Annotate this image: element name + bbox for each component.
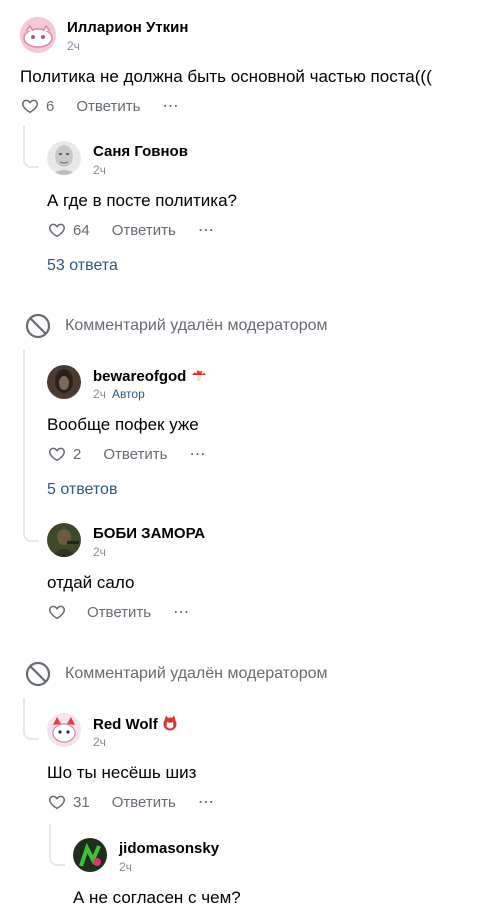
avatar[interactable] (73, 838, 107, 872)
comment-time: 2ч (119, 860, 132, 874)
more-icon[interactable]: ⋯ (173, 602, 190, 622)
block-icon (25, 661, 51, 687)
comment-actions: 64 Ответить ⋯ (48, 220, 215, 240)
reply-button[interactable]: Ответить (103, 446, 167, 463)
deleted-text: Комментарий удалён модератором (65, 665, 328, 682)
like-button[interactable]: 2 (48, 445, 103, 463)
thread-line (23, 698, 39, 740)
show-replies-link[interactable]: 5 ответов (47, 481, 117, 499)
author-name[interactable]: Саня Говнов (93, 143, 188, 160)
like-count: 64 (73, 221, 90, 239)
deleted-text: Комментарий удалён модератором (65, 317, 328, 334)
more-icon[interactable]: ⋯ (162, 96, 179, 116)
comment-time: 2ч (93, 545, 106, 559)
heart-icon (49, 223, 65, 238)
heart-icon (49, 447, 65, 462)
comment-text: А где в посте политика? (47, 191, 237, 210)
comment-text: Политика не должна быть основной частью … (20, 67, 432, 86)
show-replies-link[interactable]: 53 ответа (47, 257, 118, 275)
deleted-comment: Комментарий удалён модератором (25, 313, 328, 339)
comment-actions: Ответить ⋯ (48, 602, 190, 622)
thread-line (23, 350, 39, 542)
like-count: 6 (46, 97, 55, 115)
like-button[interactable] (48, 603, 87, 621)
comment-time: 2ч Автор (93, 387, 145, 401)
comment-actions: 2 Ответить ⋯ (48, 444, 206, 464)
avatar[interactable] (20, 17, 56, 53)
reply-button[interactable]: Ответить (87, 604, 151, 621)
comment-actions: 6 Ответить ⋯ (21, 96, 179, 116)
deleted-comment: Комментарий удалён модератором (25, 661, 328, 687)
like-count: 2 (73, 445, 82, 463)
comment-text: Вообще пофек уже (47, 415, 199, 434)
heart-icon (49, 605, 65, 620)
comment-actions: 31 Ответить ⋯ (48, 792, 215, 812)
author-name[interactable]: БОБИ ЗАМОРА (93, 525, 205, 542)
thread-line (49, 824, 65, 866)
comment-text: А не согласен с чем? (73, 888, 241, 907)
author-name[interactable]: jidomasonsky (119, 840, 219, 857)
wolf-emoji (163, 715, 177, 731)
like-button[interactable]: 64 (48, 221, 112, 239)
reply-button[interactable]: Ответить (112, 222, 176, 239)
like-button[interactable]: 6 (21, 97, 76, 115)
more-icon[interactable]: ⋯ (198, 792, 215, 812)
heart-icon (49, 795, 65, 810)
avatar[interactable] (47, 141, 81, 175)
comment-text: отдай сало (47, 573, 135, 592)
comment-time: 2ч (93, 163, 106, 177)
comment-time: 2ч (67, 39, 80, 53)
author-name[interactable]: Red Wolf (93, 715, 178, 733)
reply-button[interactable]: Ответить (112, 794, 176, 811)
author-badge: Автор (111, 387, 145, 401)
author-name[interactable]: Илларион Уткин (67, 19, 188, 36)
avatar[interactable] (47, 365, 81, 399)
more-icon[interactable]: ⋯ (198, 220, 215, 240)
reply-button[interactable]: Ответить (76, 98, 140, 115)
comment-text: Шо ты несёшь шиз (47, 763, 197, 782)
like-count: 31 (73, 793, 90, 811)
author-name[interactable]: bewareofgod (93, 367, 207, 385)
heart-icon (22, 99, 38, 114)
avatar[interactable] (47, 713, 81, 747)
like-button[interactable]: 31 (48, 793, 112, 811)
block-icon (25, 313, 51, 339)
thread-line (23, 126, 39, 168)
mushroom-emoji (191, 369, 206, 381)
comment-time: 2ч (93, 735, 106, 749)
avatar[interactable] (47, 523, 81, 557)
more-icon[interactable]: ⋯ (189, 444, 206, 464)
